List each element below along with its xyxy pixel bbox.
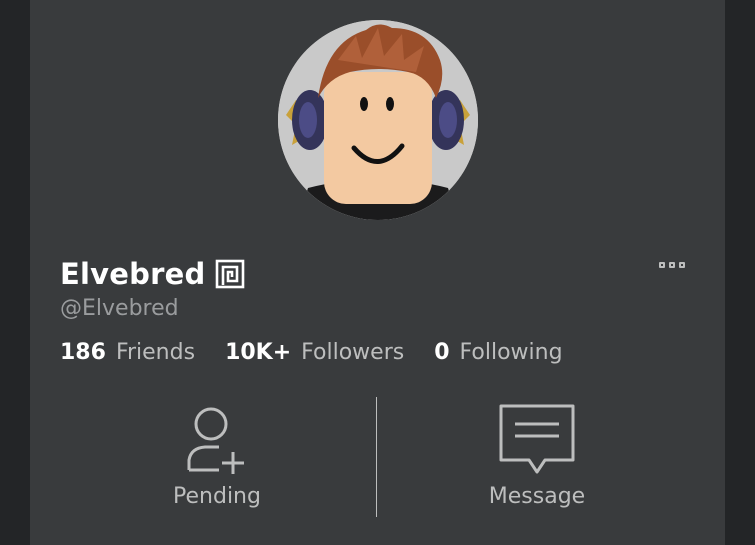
stat-friends[interactable]: 186 Friends: [60, 340, 195, 365]
stat-following-count: 0: [434, 340, 450, 365]
more-options-icon: [669, 262, 675, 268]
stat-following-label: Following: [459, 340, 563, 365]
add-friend-icon: [177, 400, 257, 480]
stat-friends-label: Friends: [115, 340, 196, 365]
stat-friends-count: 186: [60, 340, 106, 365]
avatar[interactable]: [278, 20, 478, 220]
page-margin-left: [0, 0, 30, 545]
message-label: Message: [488, 484, 586, 509]
display-name: Elvebred: [60, 257, 206, 291]
message-icon: [497, 400, 577, 480]
stat-followers[interactable]: 10K+ Followers: [225, 340, 404, 365]
more-options-button[interactable]: [650, 252, 694, 278]
actions-divider: [376, 397, 377, 517]
profile-actions: Pending Message: [30, 390, 725, 525]
stat-followers-label: Followers: [301, 340, 405, 365]
pending-friend-button[interactable]: Pending: [127, 390, 307, 520]
page-margin-right: [725, 0, 755, 545]
stat-following[interactable]: 0 Following: [434, 340, 562, 365]
stat-followers-count: 10K+: [225, 340, 292, 365]
more-options-icon: [659, 262, 665, 268]
profile-stats: 186 Friends 10K+ Followers 0 Following: [60, 340, 593, 365]
username: @Elvebred: [60, 296, 179, 321]
pending-label: Pending: [173, 484, 261, 509]
avatar-image: [278, 20, 478, 220]
message-button[interactable]: Message: [447, 390, 627, 520]
display-name-row: Elvebred: [60, 252, 245, 296]
verified-badge-icon: [215, 259, 245, 289]
more-options-icon: [679, 262, 685, 268]
